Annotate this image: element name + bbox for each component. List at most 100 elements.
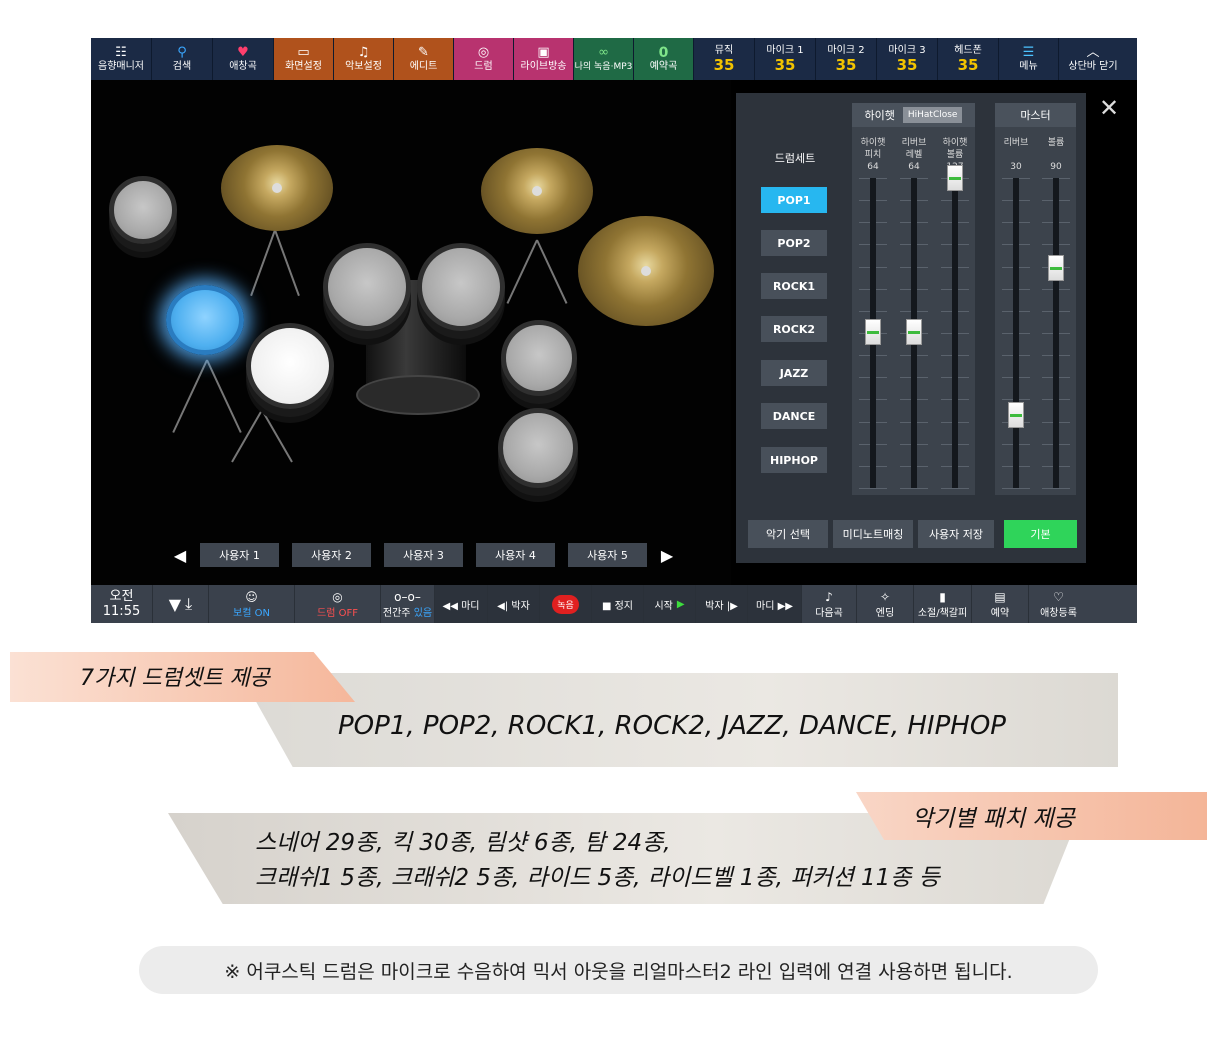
footnote: ※ 어쿠스틱 드럼은 마이크로 수음하여 믹서 아웃을 리얼마스터2 라인 입력… xyxy=(139,946,1098,994)
prev-beat-button[interactable]: ◀| 박자 xyxy=(488,585,540,623)
cymbal-stand xyxy=(274,229,300,297)
status-icons: ▼ ⤓ xyxy=(153,585,209,623)
close-icon[interactable]: ✕ xyxy=(1099,96,1119,120)
drumset-rock2-button[interactable]: ROCK2 xyxy=(761,316,827,342)
percussion-drum[interactable] xyxy=(109,176,177,244)
master-volume-fader-track[interactable] xyxy=(1053,178,1059,488)
next-bar-button[interactable]: 마디 ▶▶ xyxy=(748,585,802,623)
play-icon: ▶ xyxy=(676,598,685,610)
user-1-button[interactable]: 사용자 1 xyxy=(200,543,279,567)
ending-icon: ✧ xyxy=(879,589,891,604)
edit-icon: ✎ xyxy=(418,44,429,60)
user-5-button[interactable]: 사용자 5 xyxy=(568,543,647,567)
snare-stand xyxy=(261,409,293,463)
headphone-level[interactable]: 헤드폰 35 xyxy=(938,38,999,80)
user-4-button[interactable]: 사용자 4 xyxy=(476,543,555,567)
master-volume-fader-knob[interactable] xyxy=(1048,255,1064,282)
reverb-level-label: 리버브 레벨 64 xyxy=(901,138,927,172)
score-icon: ♫ xyxy=(357,44,370,60)
drum-stage xyxy=(91,80,731,585)
bookmark-button[interactable]: ▮ 소절/책갈피 xyxy=(914,585,972,623)
next-song-button[interactable]: ♪ 다음곡 xyxy=(802,585,857,623)
next-arrow-icon[interactable]: ▶ xyxy=(660,546,674,565)
drumset-dance-button[interactable]: DANCE xyxy=(761,403,827,429)
reverb-level-fader-knob[interactable] xyxy=(906,318,922,345)
next-song-icon: ♪ xyxy=(825,589,833,604)
favorite-add-button[interactable]: ♡ 애창등록 xyxy=(1029,585,1088,623)
instrument-select-button[interactable]: 악기 선택 xyxy=(748,520,828,548)
wifi-icon: ▼ xyxy=(168,594,182,614)
hihat-volume-fader-track[interactable] xyxy=(952,178,958,488)
next-beat-button[interactable]: 박자 |▶ xyxy=(696,585,748,623)
master-reverb-fader-track[interactable] xyxy=(1013,178,1019,488)
clock: 오전 11:55 xyxy=(91,585,153,623)
live-broadcast-button[interactable]: ▣ 라이브방송 xyxy=(514,38,574,80)
snare-stand xyxy=(231,409,263,463)
download-icon: ⤓ xyxy=(185,594,193,613)
menu-button[interactable]: ☰ 메뉴 xyxy=(999,38,1059,80)
fader-tick xyxy=(900,488,928,489)
bookmark-icon: ▮ xyxy=(939,589,946,604)
hihat-pitch-label: 하이햇 피치 64 xyxy=(860,138,886,172)
search-button[interactable]: ⚲ 검색 xyxy=(152,38,213,80)
crash2-cymbal[interactable] xyxy=(481,148,593,234)
master-group-title: 마스터 xyxy=(995,103,1076,127)
fader-tick xyxy=(859,488,887,489)
cymbal-stand xyxy=(536,239,568,304)
tom1-drum[interactable] xyxy=(323,243,411,331)
edit-button[interactable]: ✎ 에디트 xyxy=(394,38,454,80)
interlude-toggle[interactable]: o–o– 전간주 있음 xyxy=(381,585,435,623)
user-save-button[interactable]: 사용자 저장 xyxy=(918,520,994,548)
close-topbar-button[interactable]: ︿ 상단바 닫기 xyxy=(1059,38,1127,80)
mic3-level[interactable]: 마이크 3 35 xyxy=(877,38,938,80)
my-recording-button[interactable]: ∞ 나의 녹음·MP3 xyxy=(574,38,634,80)
reserve-button[interactable]: ▤ 예약 xyxy=(972,585,1029,623)
screen-settings-button[interactable]: ▭ 화면설정 xyxy=(274,38,334,80)
prev-arrow-icon[interactable]: ◀ xyxy=(173,546,187,565)
crash1-cymbal[interactable] xyxy=(221,145,333,231)
ride-cymbal[interactable] xyxy=(578,216,714,326)
drumset-pop2-button[interactable]: POP2 xyxy=(761,230,827,256)
start-button[interactable]: 시작 ▶ xyxy=(644,585,696,623)
drum-toggle[interactable]: ◎ 드럼 OFF xyxy=(295,585,381,623)
ending-button[interactable]: ✧ 엔딩 xyxy=(857,585,914,623)
banner1-text: POP1, POP2, ROCK1, ROCK2, JAZZ, DANCE, H… xyxy=(338,711,1006,741)
score-settings-button[interactable]: ♫ 악보설정 xyxy=(334,38,394,80)
snare-drum[interactable] xyxy=(246,323,334,409)
interlude-icon: o–o– xyxy=(394,589,421,604)
drumset-hiphop-button[interactable]: HIPHOP xyxy=(761,447,827,473)
stop-button[interactable]: ■ 정지 xyxy=(592,585,644,623)
reserve-list-button[interactable]: 0 예약곡 xyxy=(634,38,694,80)
record-button[interactable]: 녹음 xyxy=(540,585,592,623)
fader-tick xyxy=(941,488,969,489)
user-3-button[interactable]: 사용자 3 xyxy=(384,543,463,567)
music-level[interactable]: 뮤직 35 xyxy=(694,38,755,80)
sound-manager-button[interactable]: ☷ 음향매니저 xyxy=(91,38,152,80)
kick-drum-bottom xyxy=(356,375,480,415)
reserve-count: 0 xyxy=(658,44,669,61)
midi-note-matching-button[interactable]: 미디노트매칭 xyxy=(833,520,913,548)
default-button[interactable]: 기본 xyxy=(1004,520,1077,548)
floor-tom1-drum[interactable] xyxy=(501,320,577,396)
hihat-close-tag[interactable]: HiHatClose xyxy=(902,107,963,123)
hihat-volume-fader-knob[interactable] xyxy=(947,165,963,191)
hihat-pitch-fader-knob[interactable] xyxy=(865,318,881,345)
drum-small-icon: ◎ xyxy=(332,589,343,604)
drumset-rock1-button[interactable]: ROCK1 xyxy=(761,273,827,299)
vocal-toggle[interactable]: ☺ 보컬 ON xyxy=(209,585,295,623)
master-volume-label: 볼륨 90 xyxy=(1047,138,1065,172)
drum-button[interactable]: ◎ 드럼 xyxy=(454,38,514,80)
hihat[interactable] xyxy=(166,285,244,355)
mic1-level[interactable]: 마이크 1 35 xyxy=(755,38,816,80)
mic2-level[interactable]: 마이크 2 35 xyxy=(816,38,877,80)
master-reverb-fader-knob[interactable] xyxy=(1008,401,1024,428)
heart-plus-icon: ♡ xyxy=(1053,589,1064,604)
bottom-bar: 오전 11:55 ▼ ⤓ ☺ 보컬 ON ◎ 드럼 OFF o–o– 전간주 있… xyxy=(91,585,1137,623)
favorites-button[interactable]: ♥ 애창곡 xyxy=(213,38,274,80)
drumset-pop1-button[interactable]: POP1 xyxy=(761,187,827,213)
drumset-jazz-button[interactable]: JAZZ xyxy=(761,360,827,386)
user-2-button[interactable]: 사용자 2 xyxy=(292,543,371,567)
tom2-drum[interactable] xyxy=(417,243,505,331)
prev-bar-button[interactable]: ◀◀ 마디 xyxy=(435,585,488,623)
floor-tom2-drum[interactable] xyxy=(498,408,578,488)
